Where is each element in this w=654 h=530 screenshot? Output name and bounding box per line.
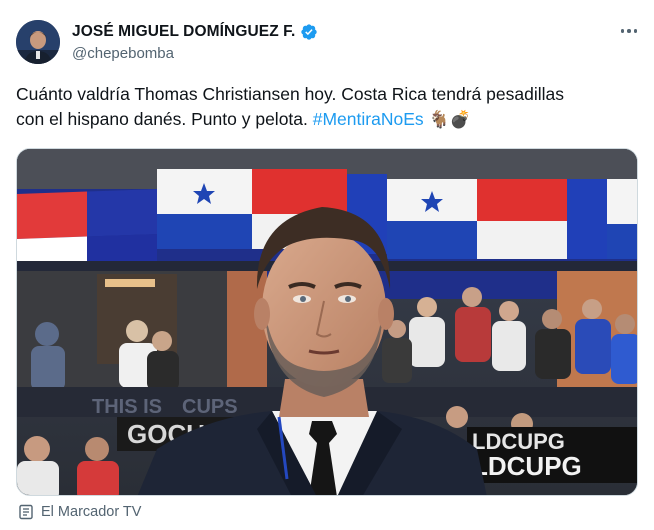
more-options-icon[interactable] [618, 20, 640, 42]
hashtag-link[interactable]: #MentiraNoEs [313, 109, 424, 129]
avatar[interactable] [16, 20, 60, 64]
author-display-name[interactable]: JOSÉ MIGUEL DOMÍNGUEZ F. [72, 23, 295, 41]
banner-text-left: THIS IS [92, 396, 162, 418]
document-icon [18, 504, 34, 520]
emoji-goat-bomb: 🐐💣 [428, 110, 471, 130]
tweet-text: Cuánto valdría Thomas Christiansen hoy. … [16, 82, 636, 133]
tweet-text-line-1: Cuánto valdría Thomas Christiansen hoy. … [16, 84, 564, 104]
verified-badge-icon [300, 23, 318, 41]
board-text-2: LDCUPG [472, 451, 582, 481]
tweet-text-line-2: con el hispano danés. Punto y pelota. #M… [16, 107, 636, 133]
tweet-media-photo[interactable]: THIS IS CUPS GOCU LDCUPG LDCUPG [16, 148, 638, 496]
tweet-text-line-2-body: con el hispano danés. Punto y pelota. [16, 109, 313, 129]
author-handle[interactable]: @chepebomba [72, 45, 174, 62]
banner-text-right: CUPS [182, 396, 238, 418]
tweet-card[interactable]: JOSÉ MIGUEL DOMÍNGUEZ F. @chepebomba Cuá… [0, 0, 654, 530]
media-source-label[interactable]: El Marcador TV [41, 504, 141, 520]
author-name-row[interactable]: JOSÉ MIGUEL DOMÍNGUEZ F. [72, 22, 318, 42]
media-source[interactable]: El Marcador TV [18, 504, 141, 520]
